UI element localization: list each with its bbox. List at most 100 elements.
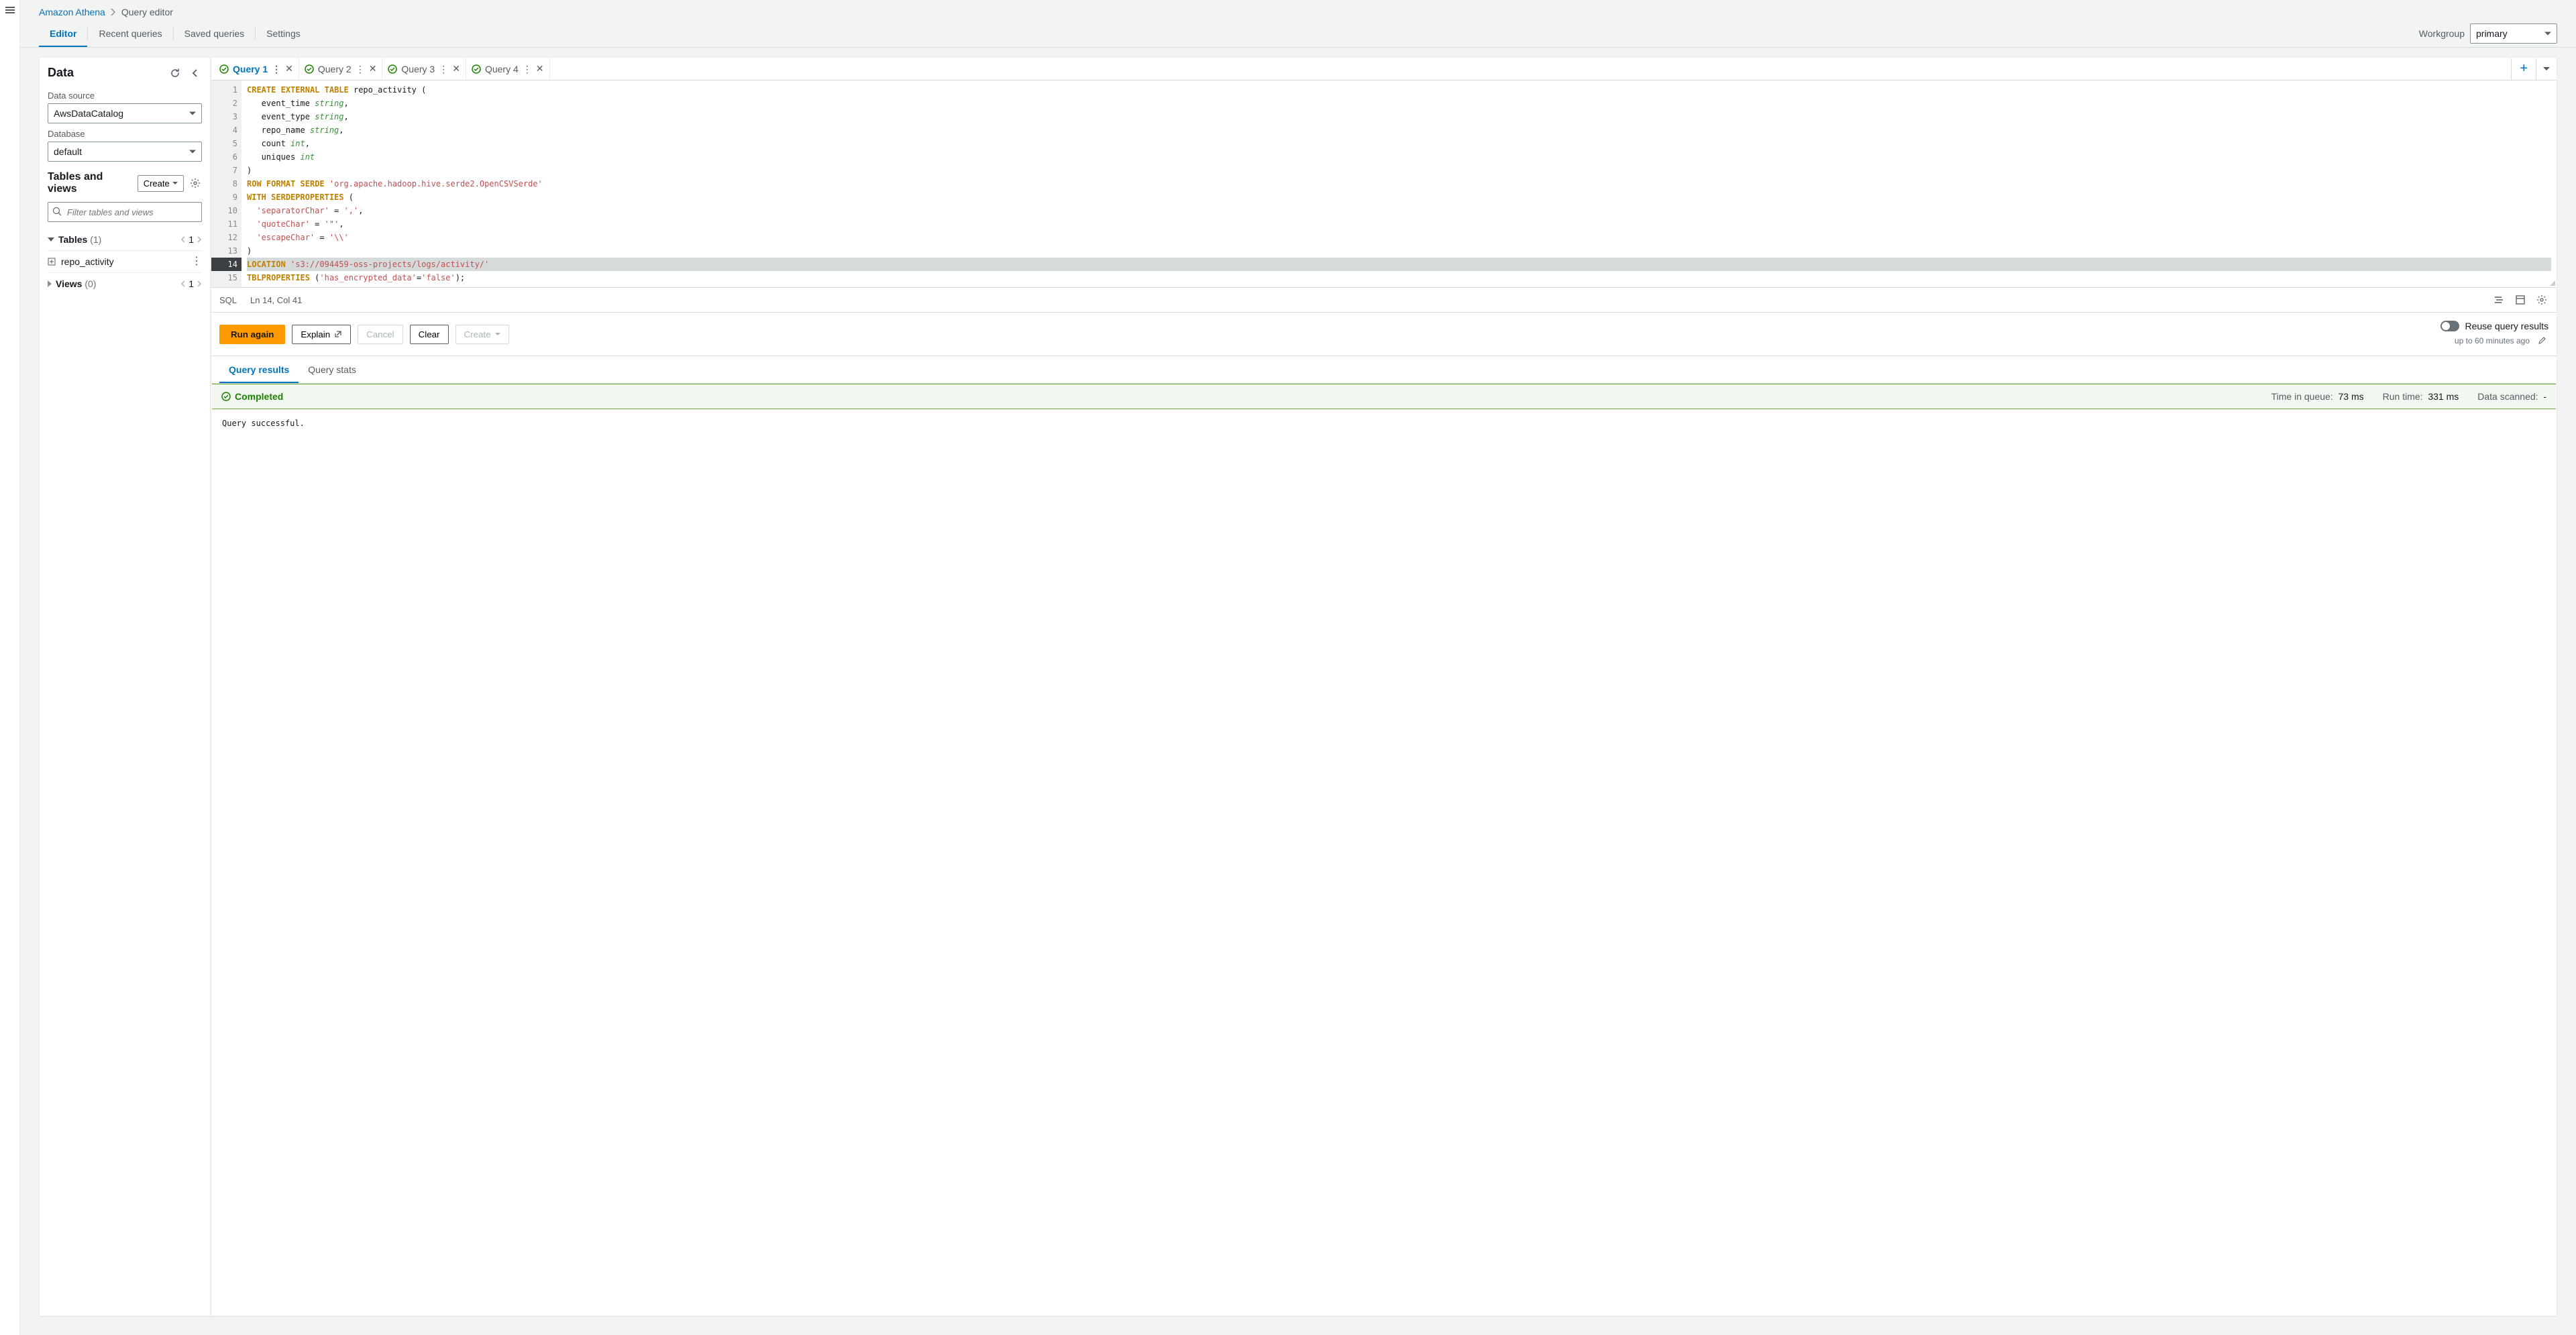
tables-page-number: 1 [189, 234, 194, 245]
data-source-value: AwsDataCatalog [54, 108, 123, 119]
check-circle-icon [472, 64, 481, 74]
line-gutter: 123456789101112131415 [211, 81, 241, 287]
code-content[interactable]: CREATE EXTERNAL TABLE repo_activity ( ev… [241, 81, 2557, 287]
next-page-icon[interactable] [197, 280, 202, 288]
filter-tables-input[interactable] [48, 202, 202, 222]
query-tab-bar: Query 1 ⋮ ✕ Query 2 ⋮ ✕ Query 3 ⋮ ✕ [211, 58, 2557, 81]
table-row[interactable]: repo_activity ⋮ [48, 251, 202, 273]
cancel-button: Cancel [358, 325, 403, 344]
result-status-banner: Completed Time in queue: 73 ms Run time:… [212, 384, 2556, 409]
query-tab-2[interactable]: Query 2 ⋮ ✕ [299, 58, 383, 80]
layout-icon[interactable] [2514, 293, 2527, 307]
tab-menu-icon[interactable]: ⋮ [272, 66, 281, 72]
table-expand-icon[interactable] [48, 258, 56, 266]
breadcrumb-page: Query editor [121, 7, 173, 17]
tab-query-stats[interactable]: Query stats [299, 356, 366, 383]
create-table-button[interactable]: Create [138, 175, 184, 192]
tab-settings[interactable]: Settings [256, 20, 311, 47]
views-page-number: 1 [189, 278, 194, 289]
chevron-down-icon [172, 182, 178, 184]
breadcrumb: Amazon Athena Query editor [20, 0, 2576, 20]
add-query-tab-button[interactable]: + [2511, 58, 2536, 80]
chevron-down-icon [495, 333, 500, 335]
editor-status-bar: SQL Ln 14, Col 41 [211, 288, 2557, 313]
expand-views-icon[interactable] [48, 280, 52, 287]
result-body: Query successful. [211, 409, 2557, 444]
tab-recent-queries[interactable]: Recent queries [88, 20, 172, 47]
close-tab-icon[interactable]: ✕ [285, 63, 293, 74]
table-actions-icon[interactable]: ⋮ [191, 259, 202, 264]
database-label: Database [48, 129, 202, 139]
query-tab-1[interactable]: Query 1 ⋮ ✕ [214, 58, 299, 80]
external-link-icon [334, 330, 342, 338]
tab-saved-queries[interactable]: Saved queries [174, 20, 256, 47]
query-tab-label: Query 2 [318, 64, 352, 74]
tab-query-results[interactable]: Query results [219, 356, 299, 383]
data-source-select[interactable]: AwsDataCatalog [48, 103, 202, 123]
explain-label: Explain [301, 329, 330, 339]
create-label: Create [464, 329, 491, 339]
prev-page-icon[interactable] [180, 235, 186, 244]
explain-button[interactable]: Explain [292, 325, 351, 344]
reuse-results-toggle[interactable] [2440, 321, 2459, 331]
app-left-rail [0, 0, 20, 1335]
edit-icon[interactable] [2535, 334, 2548, 348]
query-tab-4[interactable]: Query 4 ⋮ ✕ [466, 58, 550, 80]
run-time: Run time: 331 ms [2383, 391, 2459, 402]
tab-menu-icon[interactable]: ⋮ [439, 66, 448, 72]
chevron-right-icon [111, 8, 116, 16]
close-tab-icon[interactable]: ✕ [369, 63, 377, 74]
refresh-icon[interactable] [168, 66, 182, 80]
status-text: Completed [235, 391, 283, 402]
cursor-position: Ln 14, Col 41 [250, 295, 302, 305]
search-icon [52, 207, 62, 216]
code-editor[interactable]: 123456789101112131415 CREATE EXTERNAL TA… [211, 81, 2557, 288]
top-tabs: Editor Recent queries Saved queries Sett… [20, 20, 2576, 48]
tables-views-title: Tables and views [48, 171, 132, 195]
action-bar: Run again Explain Cancel Clear Create Re… [211, 313, 2557, 356]
table-name: repo_activity [61, 256, 186, 267]
main-area: Amazon Athena Query editor Editor Recent… [20, 0, 2576, 1335]
query-tab-label: Query 4 [485, 64, 519, 74]
check-circle-icon [221, 392, 231, 401]
gear-icon[interactable] [189, 176, 202, 190]
data-sidebar: Data Data source AwsDataCatalog Database… [39, 57, 211, 1316]
hamburger-icon[interactable] [5, 5, 15, 15]
query-tab-label: Query 1 [233, 64, 268, 74]
create-label: Create [144, 178, 170, 189]
workgroup-select[interactable]: primary [2470, 23, 2557, 44]
reuse-results-sub: up to 60 minutes ago [2455, 336, 2530, 345]
clear-button[interactable]: Clear [410, 325, 449, 344]
tab-menu-icon[interactable]: ⋮ [356, 66, 365, 72]
data-source-label: Data source [48, 91, 202, 101]
collapse-sidebar-icon[interactable] [189, 66, 202, 80]
query-tab-label: Query 3 [401, 64, 435, 74]
settings-icon[interactable] [2535, 293, 2548, 307]
data-scanned: Data scanned: - [2477, 391, 2546, 402]
check-circle-icon [388, 64, 397, 74]
format-icon[interactable] [2492, 293, 2506, 307]
query-tab-3[interactable]: Query 3 ⋮ ✕ [382, 58, 466, 80]
sidebar-title: Data [48, 66, 74, 80]
workgroup-value: primary [2476, 28, 2508, 39]
database-select[interactable]: default [48, 142, 202, 162]
close-tab-icon[interactable]: ✕ [452, 63, 460, 74]
run-button[interactable]: Run again [219, 325, 285, 344]
tab-overflow-button[interactable] [2536, 58, 2557, 80]
next-page-icon[interactable] [197, 235, 202, 244]
reuse-results-label: Reuse query results [2465, 321, 2548, 331]
close-tab-icon[interactable]: ✕ [536, 63, 544, 74]
resize-handle-icon[interactable] [2548, 279, 2555, 286]
prev-page-icon[interactable] [180, 280, 186, 288]
tab-menu-icon[interactable]: ⋮ [523, 66, 532, 72]
results-tab-bar: Query results Query stats [211, 356, 2557, 384]
time-in-queue: Time in queue: 73 ms [2271, 391, 2364, 402]
breadcrumb-service[interactable]: Amazon Athena [39, 7, 105, 17]
tables-section-label: Tables (1) [58, 234, 180, 245]
tab-editor[interactable]: Editor [39, 20, 87, 47]
check-circle-icon [305, 64, 314, 74]
views-section-label: Views (0) [56, 278, 180, 289]
workgroup-label: Workgroup [2419, 28, 2465, 39]
expand-tables-icon[interactable] [48, 237, 54, 242]
check-circle-icon [219, 64, 229, 74]
